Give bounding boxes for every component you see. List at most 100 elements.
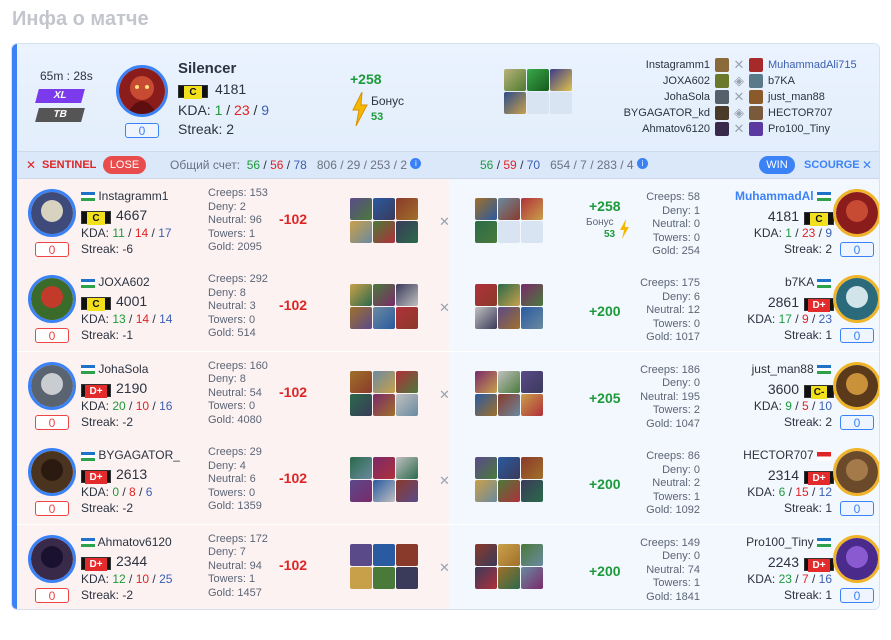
item-icon[interactable] (498, 393, 520, 416)
item-icon[interactable] (475, 284, 497, 307)
hero-avatar[interactable] (833, 361, 879, 410)
item-icon[interactable] (350, 480, 372, 503)
item-icon[interactable] (498, 284, 520, 307)
item-icon[interactable] (396, 307, 418, 330)
item-icon[interactable] (350, 566, 372, 589)
matchup-left-name[interactable]: Instagramm1 (602, 57, 710, 73)
item-icon[interactable] (521, 480, 543, 503)
item-icon[interactable] (373, 370, 395, 393)
item-icon[interactable] (373, 543, 395, 566)
player-name[interactable]: JOXA602 (81, 275, 150, 289)
item-icon[interactable] (350, 393, 372, 416)
item-icon[interactable] (475, 480, 497, 503)
item-icon[interactable] (373, 566, 395, 589)
hero-avatar[interactable] (833, 189, 879, 237)
player-rating: 2344 (116, 552, 148, 569)
item-icon[interactable] (475, 221, 497, 243)
item-icon[interactable] (521, 393, 543, 416)
item-icon[interactable] (350, 221, 372, 243)
matchup-right-name[interactable]: MuhammadAli715 (768, 57, 857, 73)
player-name[interactable]: HECTOR707 (711, 448, 831, 462)
item-icon[interactable] (475, 198, 497, 220)
player-counter: 0 (35, 587, 69, 603)
item-icon[interactable] (396, 480, 418, 503)
hero-avatar[interactable] (833, 534, 879, 583)
item-icon[interactable] (350, 307, 372, 330)
item-icon[interactable] (527, 69, 549, 91)
item-icon[interactable] (504, 92, 526, 114)
item-icon[interactable] (498, 198, 520, 220)
matchup-left-name[interactable]: JohaSola (602, 89, 710, 105)
hero-avatar[interactable] (28, 448, 76, 497)
item-icon[interactable] (498, 543, 520, 566)
item-icon[interactable] (350, 370, 372, 393)
item-icon[interactable] (396, 543, 418, 566)
item-icon[interactable] (521, 307, 543, 330)
player-name[interactable]: BYGAGATOR_ (81, 448, 180, 462)
player-name[interactable]: b7KA (711, 275, 831, 289)
matchup-right-name[interactable]: Pro100_Tiny (768, 121, 830, 137)
item-icon[interactable] (350, 198, 372, 220)
player-stats: Creeps: 58 Deny: 1 Neutral: 0 Towers: 0 Gold… (646, 191, 700, 257)
matchup-left-name[interactable]: JOXA602 (602, 73, 710, 89)
rank-badge: D+ (81, 383, 111, 398)
item-icon[interactable] (396, 566, 418, 589)
item-icon[interactable] (396, 457, 418, 480)
info-icon[interactable]: i (410, 158, 422, 169)
item-icon[interactable] (373, 198, 395, 220)
player-name[interactable]: JohaSola (81, 362, 148, 376)
item-icon[interactable] (373, 221, 395, 243)
item-icon[interactable] (498, 457, 520, 480)
item-icon[interactable] (475, 457, 497, 480)
item-icon[interactable] (550, 69, 572, 91)
hero-avatar[interactable] (28, 534, 76, 583)
item-icon[interactable] (373, 480, 395, 503)
item-icon[interactable] (521, 370, 543, 393)
item-icon[interactable] (521, 543, 543, 566)
item-icon[interactable] (475, 307, 497, 330)
item-icon[interactable] (521, 284, 543, 307)
matchup-right-name[interactable]: b7KA (768, 73, 795, 89)
player-name[interactable]: Ahmatov6120 (81, 535, 172, 549)
item-icon[interactable] (350, 284, 372, 307)
item-icon[interactable] (373, 393, 395, 416)
item-icon[interactable] (498, 480, 520, 503)
item-icon[interactable] (475, 543, 497, 566)
matchup-right-name[interactable]: HECTOR707 (768, 105, 833, 121)
item-icon[interactable] (521, 566, 543, 589)
hero-avatar[interactable] (833, 448, 879, 497)
hero-avatar[interactable] (28, 275, 76, 324)
matchup-right-name[interactable]: just_man88 (768, 89, 825, 105)
item-icon[interactable] (475, 393, 497, 416)
item-icon[interactable] (396, 393, 418, 416)
item-icon[interactable] (396, 198, 418, 220)
item-icon[interactable] (521, 457, 543, 480)
item-icon[interactable] (396, 370, 418, 393)
item-icon[interactable] (350, 543, 372, 566)
player-streak: Streak: -2 (81, 501, 134, 516)
item-icon[interactable] (475, 370, 497, 393)
item-icon[interactable] (350, 457, 372, 480)
item-icon[interactable] (475, 566, 497, 589)
item-icon[interactable] (373, 307, 395, 330)
item-icon[interactable] (498, 566, 520, 589)
info-icon[interactable]: i (636, 158, 648, 169)
player-name[interactable]: just_man88 (711, 362, 831, 376)
hero-avatar[interactable] (28, 361, 76, 410)
item-icon[interactable] (396, 284, 418, 307)
hero-avatar[interactable] (833, 275, 879, 324)
matchup-left-name[interactable]: BYGAGATOR_kd (602, 105, 710, 121)
item-icon[interactable] (504, 69, 526, 91)
player-name[interactable]: Instagramm1 (81, 189, 168, 203)
item-icon[interactable] (373, 457, 395, 480)
item-icon[interactable] (498, 307, 520, 330)
matchup-left-name[interactable]: Ahmatov6120 (602, 121, 710, 137)
item-icon[interactable] (373, 284, 395, 307)
player-kda: KDA: 12 / 10 / 25 (81, 571, 173, 586)
item-icon[interactable] (498, 370, 520, 393)
hero-avatar[interactable] (28, 189, 76, 237)
item-icon[interactable] (396, 221, 418, 243)
item-icon[interactable] (521, 198, 543, 220)
player-name[interactable]: Pro100_Tiny (711, 535, 831, 549)
player-name[interactable]: MuhammadAl (711, 189, 831, 203)
